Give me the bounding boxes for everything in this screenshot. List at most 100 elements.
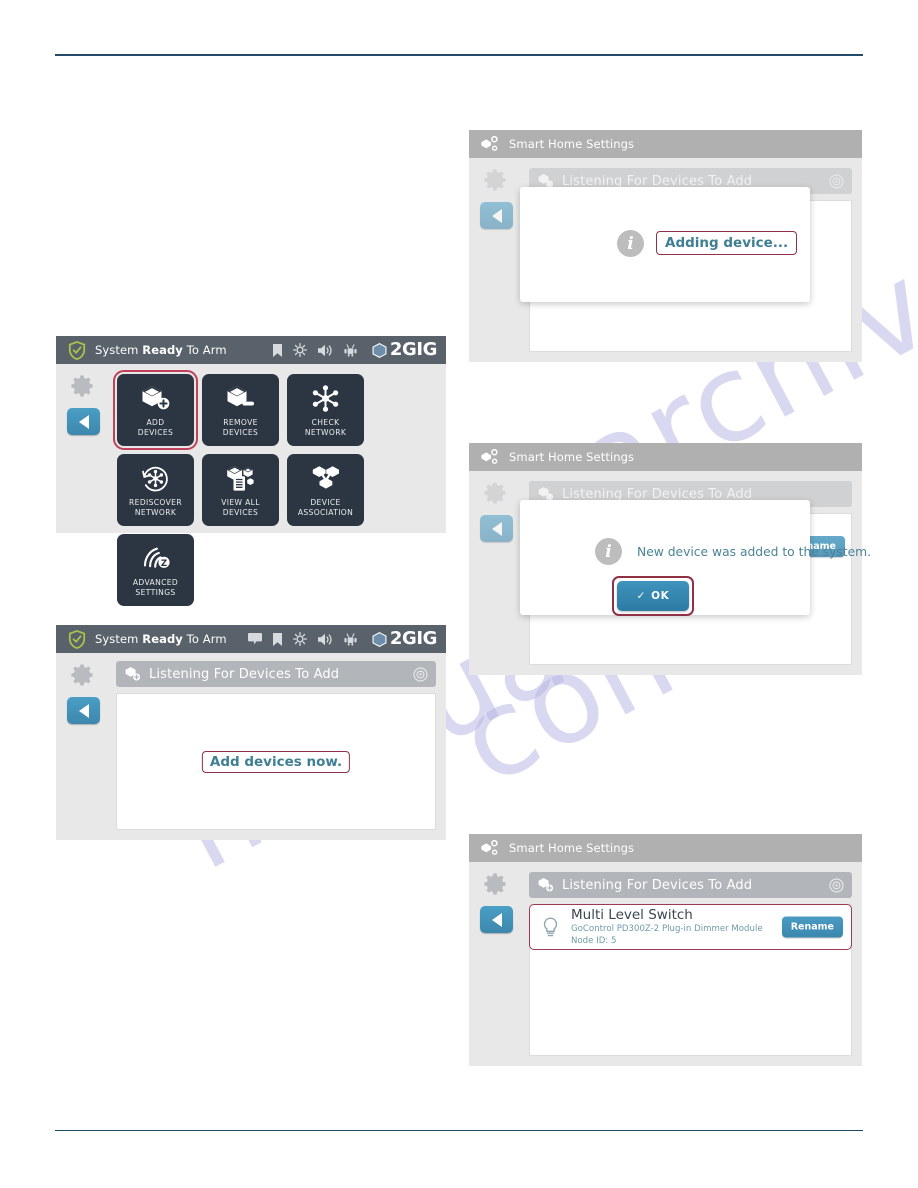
gear-icon[interactable] [483, 872, 507, 896]
status-text-bold: Ready [142, 632, 183, 646]
title-bar: Smart Home Settings [469, 130, 862, 158]
tile-advanced-settings[interactable]: Z ADVANCED SETTINGS [117, 534, 194, 606]
left-rail [469, 471, 525, 675]
status-text: System Ready To Arm [95, 343, 227, 357]
shield-check-icon [68, 629, 86, 649]
check-icon: ✓ [636, 590, 647, 602]
volume-icon[interactable] [317, 633, 333, 646]
rename-button[interactable]: Rename [781, 916, 843, 938]
brightness-icon[interactable] [292, 632, 307, 646]
gear-icon[interactable] [70, 374, 94, 398]
back-button[interactable] [480, 515, 513, 542]
add-device-icon [141, 383, 170, 413]
remove-device-icon [226, 383, 255, 413]
back-button[interactable] [480, 906, 513, 933]
target-icon[interactable] [829, 877, 844, 893]
back-arrow-icon [78, 414, 89, 429]
status-text-prefix: System [95, 343, 143, 357]
ok-button[interactable]: ✓ OK [617, 581, 689, 611]
left-rail [56, 364, 112, 533]
back-button[interactable] [67, 697, 100, 724]
android-icon[interactable] [344, 343, 357, 357]
status-bar: System Ready To Arm 2GIG [56, 625, 446, 653]
tile-remove-devices[interactable]: REMOVE DEVICES [202, 374, 279, 446]
back-arrow-icon [491, 208, 502, 223]
gear-icon[interactable] [70, 663, 94, 687]
back-arrow-icon [491, 912, 502, 927]
device-name: Multi Level Switch [571, 907, 693, 923]
bottom-rule [55, 1130, 863, 1131]
tile-label: ADD DEVICES [137, 418, 174, 437]
title-bar-text: Smart Home Settings [509, 450, 635, 464]
bookmark-icon[interactable] [272, 632, 282, 646]
volume-icon[interactable] [317, 344, 333, 357]
device-text-block: Multi Level Switch GoControl PD300Z-2 Pl… [571, 907, 763, 947]
info-icon: i [617, 230, 644, 257]
screenshot-device-added: Smart Home Settings Listening For Device… [469, 443, 871, 675]
advanced-settings-icon: Z [141, 543, 171, 573]
check-network-icon [312, 383, 339, 413]
brand-logo-text: 2GIG [389, 628, 438, 649]
smart-home-icon [481, 839, 498, 855]
add-device-search-icon [538, 878, 554, 892]
device-list-item[interactable]: Multi Level Switch GoControl PD300Z-2 Pl… [529, 904, 852, 950]
tile-view-all-devices[interactable]: VIEW ALL DEVICES [202, 454, 279, 526]
device-added-dialog: i New device was added to the system. ✓ … [520, 500, 871, 616]
rediscover-network-icon [141, 463, 170, 493]
brightness-icon[interactable] [292, 343, 307, 357]
lightbulb-icon [543, 916, 558, 936]
cube-logo-icon [372, 631, 387, 647]
svg-text:Z: Z [160, 558, 166, 568]
dialog-message: New device was added to the system. [637, 545, 872, 559]
dialog-message: Adding device... [656, 231, 798, 255]
status-text-suffix: To Arm [182, 343, 227, 357]
listening-header-title: Listening For Devices To Add [562, 877, 753, 893]
brand-logo-text: 2GIG [389, 339, 438, 360]
gear-icon[interactable] [483, 168, 507, 192]
status-text: System Ready To Arm [95, 632, 227, 646]
title-bar: Smart Home Settings [469, 443, 862, 471]
android-icon[interactable] [344, 632, 357, 646]
tile-label: REMOVE DEVICES [222, 418, 259, 437]
gear-icon[interactable] [483, 481, 507, 505]
document-page: manual archive com System Ready To Arm [0, 0, 918, 1188]
bookmark-icon[interactable] [272, 343, 282, 357]
back-button[interactable] [67, 408, 100, 435]
top-rule [55, 54, 863, 56]
status-text-prefix: System [95, 632, 143, 646]
left-rail [56, 653, 112, 840]
adding-device-dialog: i Adding device... [520, 187, 810, 302]
add-device-search-icon [125, 667, 141, 681]
tile-label: REDISCOVER NETWORK [129, 498, 182, 517]
title-bar-text: Smart Home Settings [509, 137, 635, 151]
target-icon[interactable] [413, 666, 428, 682]
cube-logo-icon [372, 342, 387, 358]
back-button[interactable] [480, 202, 513, 229]
tile-add-devices[interactable]: ADD DEVICES [113, 370, 198, 450]
add-device-search-icon [538, 487, 554, 501]
back-arrow-icon [78, 703, 89, 718]
left-rail [469, 158, 525, 362]
status-bar: System Ready To Arm 2GIG [56, 336, 446, 364]
tile-label: ADVANCED SETTINGS [132, 578, 179, 597]
message-icon[interactable] [247, 633, 262, 645]
screenshot-device-list: Smart Home Settings Listening For Device… [469, 834, 862, 1066]
title-bar-text: Smart Home Settings [509, 841, 635, 855]
title-bar: Smart Home Settings [469, 834, 862, 862]
target-icon[interactable] [829, 173, 844, 189]
device-model: GoControl PD300Z-2 Plug-in Dimmer Module [571, 924, 763, 934]
tile-rediscover-network[interactable]: REDISCOVER NETWORK [117, 454, 194, 526]
tile-check-network[interactable]: CHECK NETWORK [287, 374, 364, 446]
brand-logo-2gig: 2GIG [371, 630, 437, 648]
listening-body: Add devices now. [116, 693, 436, 830]
status-text-suffix: To Arm [182, 632, 227, 646]
add-device-search-icon [538, 174, 554, 188]
back-arrow-icon [491, 521, 502, 536]
info-icon: i [595, 538, 622, 565]
listening-body: Multi Level Switch GoControl PD300Z-2 Pl… [529, 904, 852, 1056]
callout-add-devices-now: Add devices now. [201, 750, 351, 773]
ok-button-label: OK [651, 590, 670, 602]
smart-home-icon [481, 135, 498, 151]
tile-device-association[interactable]: DEVICE ASSOCIATION [287, 454, 364, 526]
status-icon-group: 2GIG [247, 630, 437, 648]
